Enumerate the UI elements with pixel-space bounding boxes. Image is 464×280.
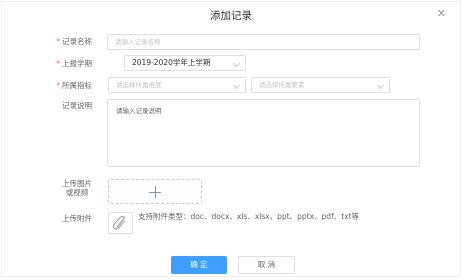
upload-media-label: 上传图片 或视频 — [62, 179, 92, 197]
description-label: 记录说明 — [62, 101, 92, 110]
attachment-upload-button[interactable] — [108, 212, 133, 234]
confirm-button[interactable]: 确 定 — [171, 256, 227, 274]
required-mark: * — [56, 81, 60, 90]
chevron-down-icon — [232, 81, 241, 90]
indicator-label: * 所属指标 — [56, 81, 92, 90]
record-name-input[interactable]: 请输入记录名称 — [107, 34, 420, 50]
chevron-down-icon — [232, 59, 241, 68]
paperclip-icon — [112, 215, 125, 230]
upload-media-button[interactable] — [108, 179, 202, 204]
element-select[interactable]: 请选择所属要素 — [251, 77, 390, 93]
record-name-label: * 记录名称 — [56, 37, 92, 46]
required-mark: * — [56, 37, 60, 46]
term-select[interactable]: 2019-2020学年上学期 — [124, 55, 246, 71]
add-record-dialog: 添加记录 ✕ * 记录名称 请输入记录名称 * 上报学期 2019-2020学年上学… — [1, 1, 461, 277]
dimension-select[interactable]: 请选择所属维度 — [108, 77, 246, 93]
description-textarea[interactable]: 请输入记录说明 — [107, 99, 420, 167]
term-label: * 上报学期 — [56, 59, 92, 68]
attachment-hint: 支持附件类型：doc、docx、xls、xlsx、ppt、pptx、pdf、tx… — [138, 212, 360, 221]
attachment-label: 上传附件 — [62, 214, 92, 223]
required-mark: * — [56, 59, 60, 68]
dialog-title: 添加记录 — [210, 10, 252, 22]
cancel-button[interactable]: 取 消 — [238, 256, 295, 274]
chevron-down-icon — [376, 81, 385, 90]
close-icon[interactable]: ✕ — [437, 7, 446, 20]
